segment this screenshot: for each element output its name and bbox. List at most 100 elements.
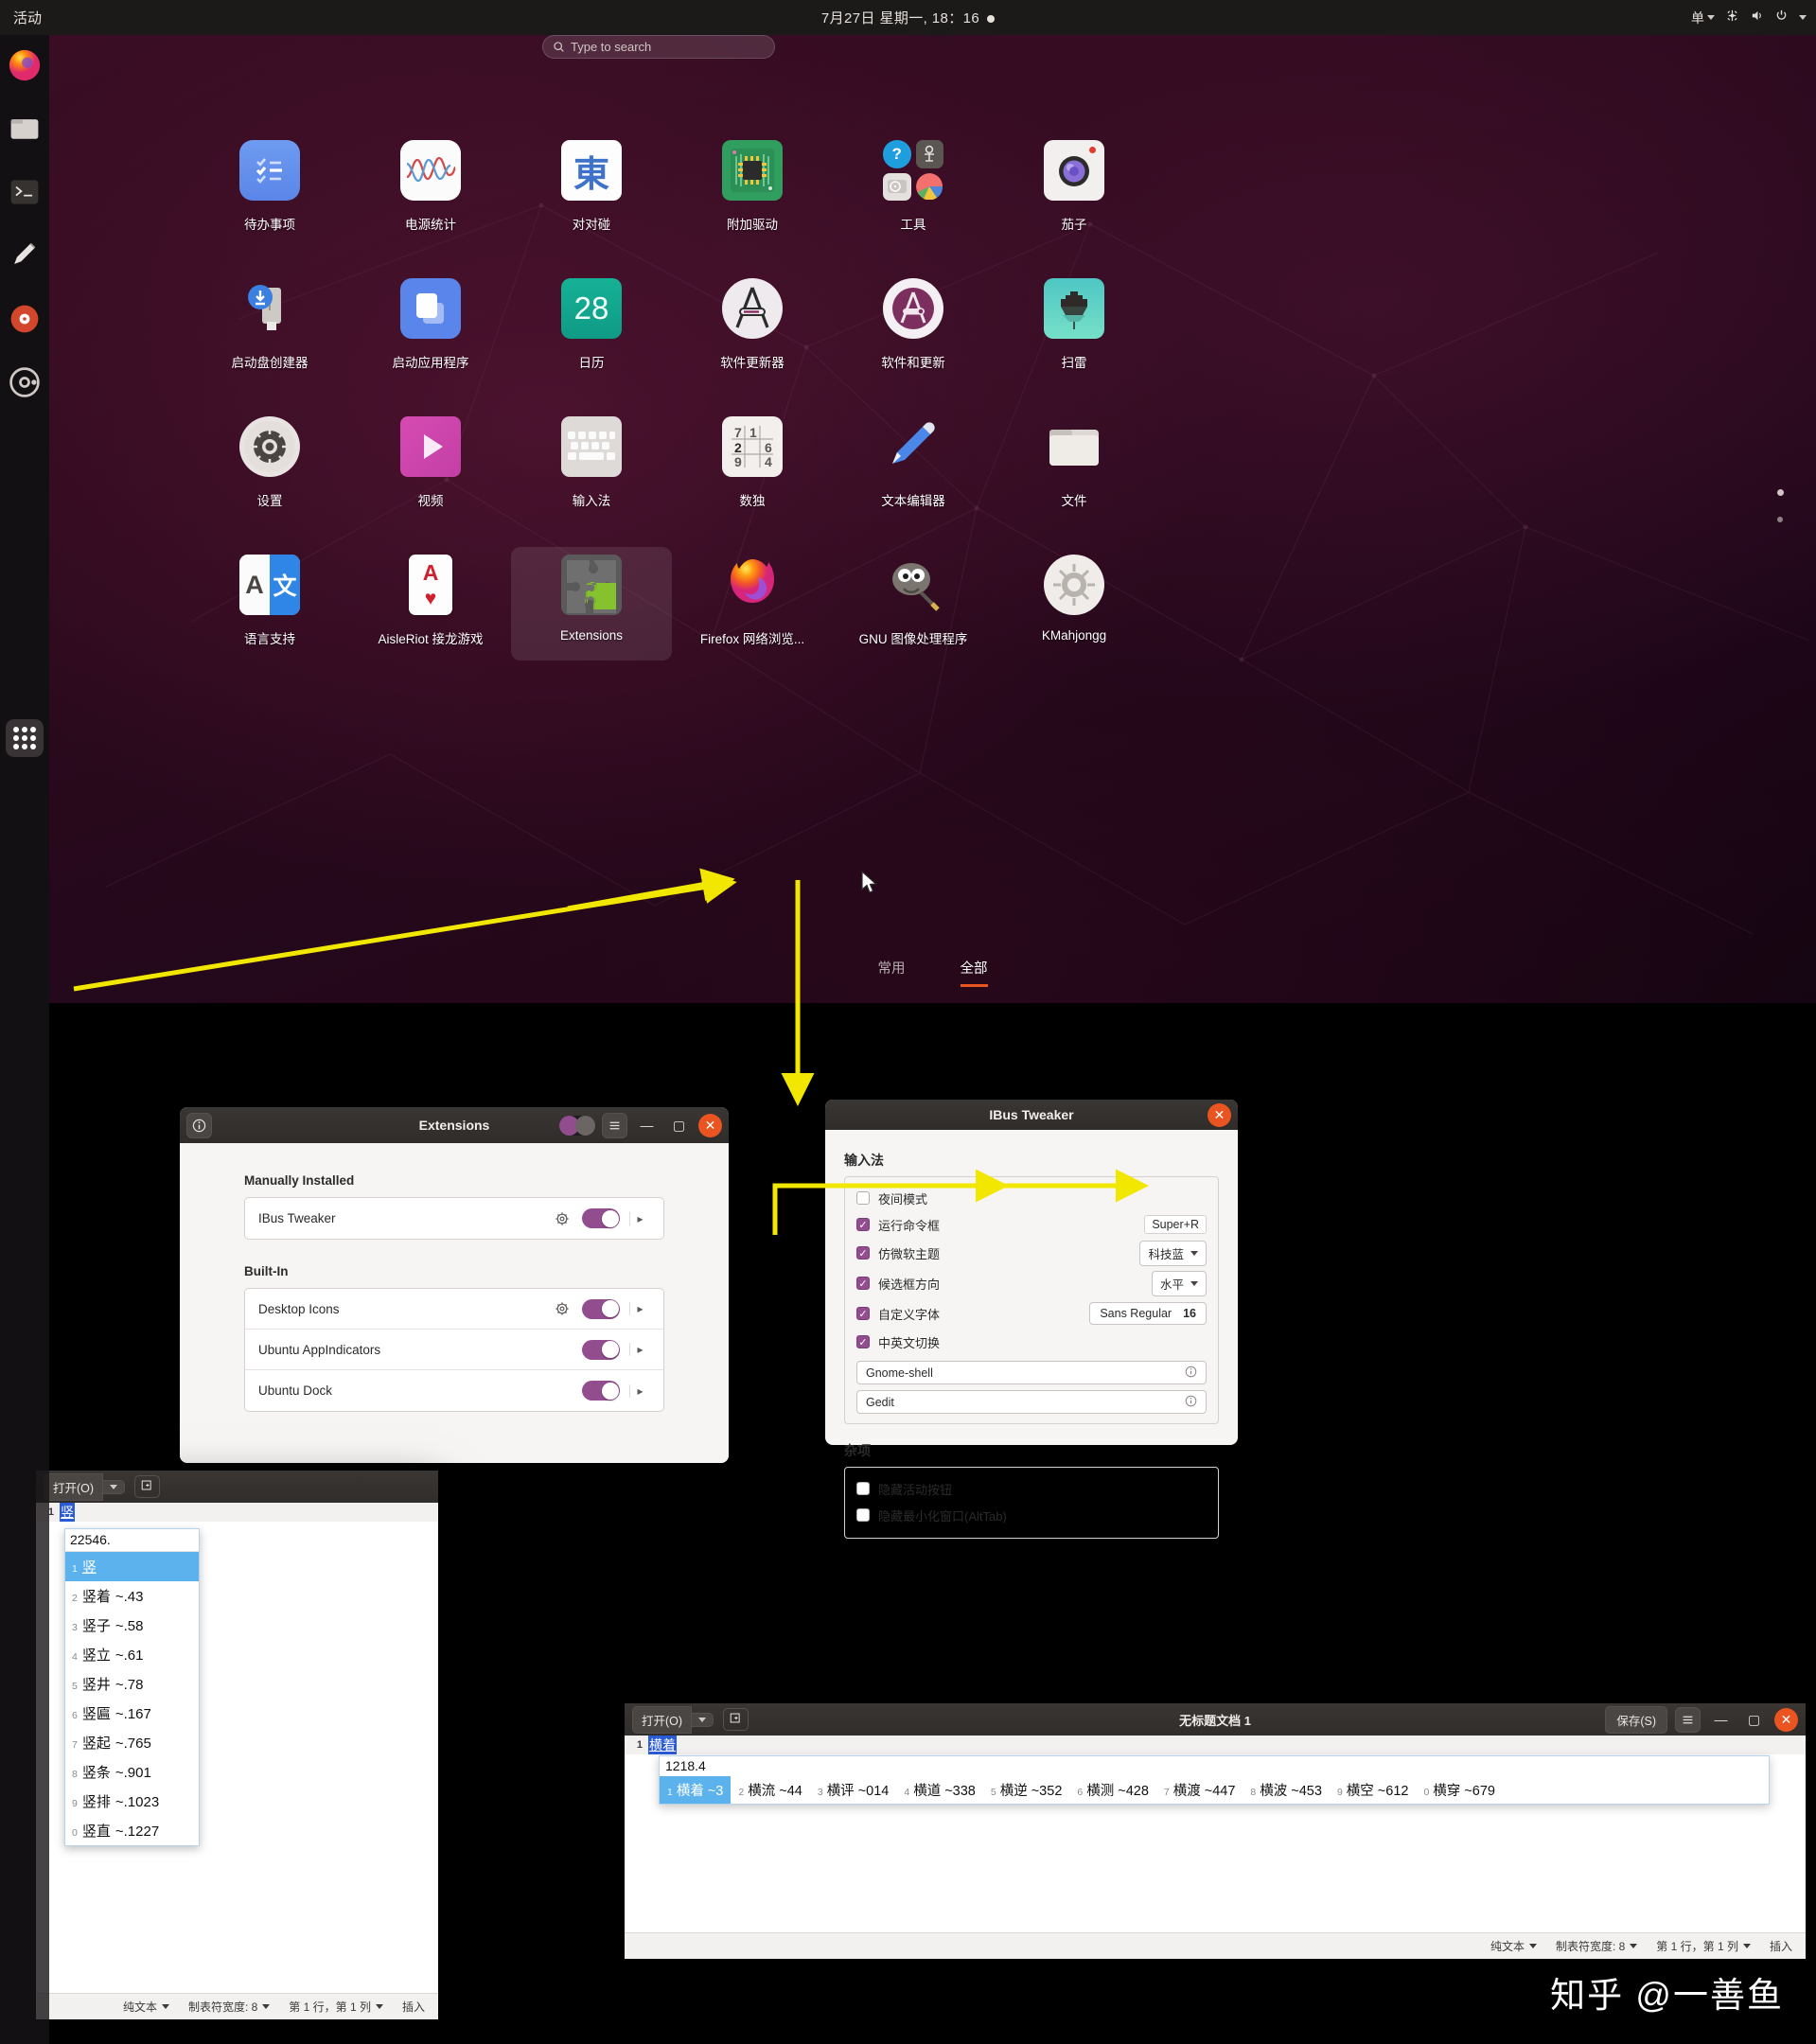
extension-toggle[interactable]	[582, 1298, 620, 1319]
extension-row[interactable]: Desktop Icons ▸	[245, 1289, 663, 1330]
ibus-option-row[interactable]: 隐藏活动按钮	[856, 1475, 1207, 1502]
app-aisleriot[interactable]: A ♥ AisleRiot 接龙游戏	[350, 547, 511, 661]
app-cheese[interactable]: 茄子	[994, 132, 1155, 246]
candidate-popup-horizontal[interactable]: 1218.4 1 横着 ~3 2 横流 ~44 3 横评 ~014 4 横道 ~338 5 横逆 ~…	[659, 1755, 1770, 1805]
dock-item-terminal[interactable]	[6, 173, 44, 211]
candidate-item[interactable]: 2 横流 ~44	[731, 1776, 809, 1804]
app-usb-creator[interactable]: 启动盘创建器	[189, 271, 350, 384]
dock-item-text-editor[interactable]	[6, 237, 44, 274]
candidate-item[interactable]: 6 横测 ~428	[1069, 1776, 1156, 1804]
status-language[interactable]: 纯文本	[123, 1999, 169, 2015]
extensions-global-toggle[interactable]	[559, 1115, 595, 1136]
ibus-option-row[interactable]: ✓ 运行命令框 Super+R	[856, 1211, 1207, 1238]
app-grid-page-tabs[interactable]: 常用 全部	[49, 958, 1816, 987]
app-text-editor[interactable]: 文本编辑器	[833, 409, 994, 522]
extensions-window[interactable]: Extensions — ▢ ✕ Manually Installed IBus…	[180, 1107, 729, 1463]
status-language[interactable]: 纯文本	[1490, 1938, 1537, 1954]
chevron-right-icon[interactable]: ▸	[629, 1343, 650, 1356]
app-firefox[interactable]: Firefox 网络浏览...	[672, 547, 833, 661]
checkbox-custom-font[interactable]: ✓	[856, 1307, 870, 1320]
candidate-item[interactable]: 9 竖排 ~.1023	[65, 1787, 199, 1816]
maximize-button[interactable]: ▢	[666, 1113, 692, 1138]
clock[interactable]: 7月27日 星期一, 18：16	[0, 8, 1816, 27]
close-button[interactable]: ✕	[698, 1113, 722, 1137]
font-picker-button[interactable]: Sans Regular 16	[1089, 1302, 1207, 1325]
chevron-down-icon[interactable]	[1799, 15, 1807, 20]
candidate-item[interactable]: 5 横逆 ~352	[983, 1776, 1070, 1804]
status-tab-width[interactable]: 制表符宽度: 8	[1556, 1938, 1638, 1954]
extension-toggle[interactable]	[582, 1339, 620, 1360]
candidate-item[interactable]: 3 横评 ~014	[810, 1776, 897, 1804]
page-dot-2-icon[interactable]	[1777, 517, 1783, 522]
ibus-option-row[interactable]: 隐藏最小化窗口(AltTab)	[856, 1502, 1207, 1528]
tab-all[interactable]: 全部	[960, 958, 988, 987]
network-icon[interactable]	[1725, 9, 1739, 26]
gedit-window-right[interactable]: 打开(O) 无标题文档 1 保存(S) — ▢ ✕ 1 横着 纯文本 制表符宽度…	[625, 1703, 1806, 1959]
candidate-item[interactable]: 8 横波 ~453	[1243, 1776, 1330, 1804]
gear-icon[interactable]	[552, 1298, 573, 1319]
candidate-item[interactable]: 4 竖立 ~.61	[65, 1640, 199, 1669]
candidate-item[interactable]: 9 横空 ~612	[1330, 1776, 1417, 1804]
orientation-dropdown[interactable]: 水平	[1151, 1270, 1207, 1296]
app-software-updater[interactable]: 软件更新器	[672, 271, 833, 384]
status-insert-mode[interactable]: 插入	[402, 1999, 425, 2015]
extensions-titlebar[interactable]: Extensions — ▢ ✕	[180, 1107, 729, 1143]
dock-item-firefox[interactable]	[6, 46, 44, 84]
gedit-left-statusbar[interactable]: 纯文本 制表符宽度: 8 第 1 行，第 1 列 插入	[36, 1993, 438, 2019]
power-icon[interactable]	[1774, 9, 1789, 26]
status-insert-mode[interactable]: 插入	[1770, 1938, 1792, 1954]
app-settings[interactable]: 设置	[189, 409, 350, 522]
candidate-item[interactable]: 1竖	[65, 1552, 199, 1581]
checkbox-night-mode[interactable]	[856, 1191, 870, 1205]
open-button[interactable]: 打开(O)	[44, 1472, 104, 1501]
shortcut-keycap[interactable]: Super+R	[1144, 1215, 1207, 1234]
checkbox-zh-en-switch[interactable]: ✓	[856, 1335, 870, 1348]
candidate-item[interactable]: 5 竖井 ~.78	[65, 1669, 199, 1699]
info-circle-icon[interactable]	[1185, 1395, 1197, 1410]
theme-dropdown[interactable]: 科技蓝	[1139, 1240, 1207, 1266]
checkbox-hide-activities-button[interactable]	[856, 1482, 870, 1495]
checkbox-microsoft-theme[interactable]: ✓	[856, 1246, 870, 1260]
gedit-left-toolbar[interactable]: 打开(O)	[36, 1471, 438, 1503]
checkbox-candidate-orientation[interactable]: ✓	[856, 1277, 870, 1290]
candidate-popup-vertical[interactable]: 22546. 1竖 2 竖着 ~.43 3 竖子 ~.58 4 竖立 ~.61 5 竖井 ~.7…	[64, 1528, 200, 1846]
system-status-area[interactable]: 单	[1691, 9, 1807, 27]
ubuntu-dock[interactable]	[0, 35, 49, 2044]
app-utilities-folder[interactable]: ? 工具	[833, 132, 994, 246]
page-indicator-dots[interactable]	[1777, 489, 1784, 522]
entry-gnome-shell[interactable]: Gnome-shell	[856, 1361, 1207, 1384]
candidate-item[interactable]: 2 竖着 ~.43	[65, 1581, 199, 1611]
status-tab-width[interactable]: 制表符宽度: 8	[188, 1999, 271, 2015]
dock-item-rhythmbox[interactable]	[6, 300, 44, 338]
app-gimp[interactable]: GNU 图像处理程序	[833, 547, 994, 661]
candidate-item[interactable]: 0 竖直 ~.1227	[65, 1816, 199, 1845]
app-additional-drivers[interactable]: 附加驱动	[672, 132, 833, 246]
open-dropdown-caret[interactable]	[103, 1479, 126, 1494]
app-language-support[interactable]: A 文 语言支持	[189, 547, 350, 661]
app-sudoku[interactable]: 712 6 9 4 数独	[672, 409, 833, 522]
ibus-option-row[interactable]: ✓ 中英文切换	[856, 1329, 1207, 1355]
gear-icon[interactable]	[552, 1208, 573, 1229]
checkbox-run-command[interactable]: ✓	[856, 1218, 870, 1231]
info-icon[interactable]	[186, 1112, 212, 1138]
show-applications-button[interactable]	[6, 719, 44, 757]
ibus-tweaker-window[interactable]: IBus Tweaker ✕ 输入法 夜间模式 ✓ 运行命令框 Super+R …	[825, 1100, 1238, 1539]
dock-item-ubuntu-software[interactable]	[6, 363, 44, 401]
hamburger-menu-icon[interactable]	[602, 1112, 627, 1138]
gedit-right-statusbar[interactable]: 纯文本 制表符宽度: 8 第 1 行，第 1 列 插入	[625, 1932, 1806, 1959]
ibus-option-row[interactable]: 夜间模式	[856, 1185, 1207, 1211]
candidate-item[interactable]: 0 横穿 ~679	[1416, 1776, 1503, 1804]
input-method-indicator[interactable]: 单	[1691, 9, 1715, 27]
overview-search-input[interactable]: Type to search	[542, 35, 775, 59]
gedit-right-toolbar[interactable]: 打开(O) 无标题文档 1 保存(S) — ▢ ✕	[625, 1703, 1806, 1736]
candidate-item[interactable]: 1 横着 ~3	[660, 1776, 732, 1804]
info-circle-icon[interactable]	[1185, 1366, 1197, 1381]
close-button[interactable]: ✕	[1208, 1102, 1231, 1127]
entry-gedit[interactable]: Gedit	[856, 1390, 1207, 1414]
candidate-item[interactable]: 7 横渡 ~447	[1156, 1776, 1243, 1804]
extension-row[interactable]: Ubuntu AppIndicators ▸	[245, 1330, 663, 1370]
tab-frequent[interactable]: 常用	[878, 958, 906, 987]
extension-toggle[interactable]	[582, 1381, 620, 1401]
page-dot-1-icon[interactable]	[1777, 489, 1784, 496]
extension-toggle[interactable]	[582, 1208, 620, 1228]
